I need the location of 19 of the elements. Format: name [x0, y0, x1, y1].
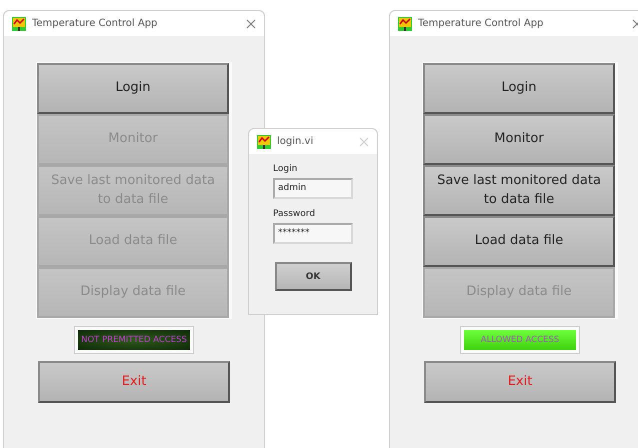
access-indicator: NOT PREMITTED ACCESS [75, 327, 193, 353]
input-field[interactable]: admin [273, 178, 353, 199]
menu-button[interactable]: Load data file [423, 216, 615, 267]
close-icon[interactable] [246, 18, 256, 28]
menu-button[interactable]: Login [423, 63, 615, 114]
field-label: Password [273, 209, 316, 219]
menu-button[interactable]: Save last monitored data to data file [423, 165, 615, 216]
app-icon [398, 16, 412, 30]
access-indicator: ALLOWED ACCESS [461, 327, 579, 353]
app-icon [257, 134, 271, 148]
window-title: Temperature Control App [418, 18, 544, 29]
app-icon [12, 16, 26, 30]
window-title: login.vi [277, 136, 314, 147]
ok-button[interactable]: OK [274, 262, 352, 291]
window-title: Temperature Control App [32, 18, 158, 29]
menu-button[interactable]: Monitor [423, 114, 615, 165]
input-field[interactable]: ******* [273, 223, 353, 244]
field-label: Login [273, 164, 298, 174]
menu-button[interactable]: Login [37, 63, 229, 114]
